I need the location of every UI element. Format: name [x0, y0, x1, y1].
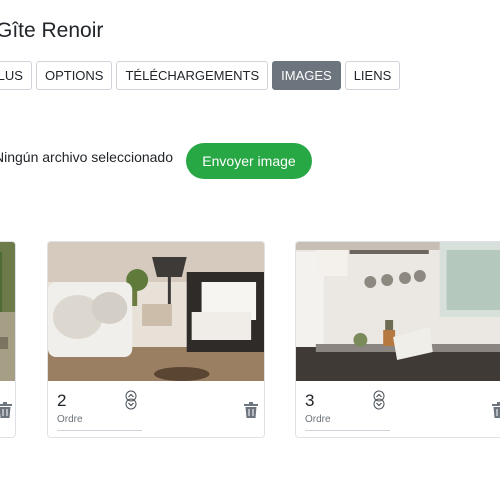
image-card: 2 Ordre — [47, 241, 265, 438]
order-label: Ordre — [305, 414, 331, 425]
tab-options[interactable]: OPTIONS — [35, 61, 113, 90]
tab-plus[interactable]: PLUS — [0, 61, 32, 90]
page: Gîte Renoir PLUS OPTIONS TÉLÉCHARGEMENTS… — [0, 0, 500, 501]
order-value[interactable]: 3 — [305, 391, 314, 411]
tab-bar: PLUS OPTIONS TÉLÉCHARGEMENTS IMAGES LIEN… — [0, 61, 404, 90]
order-stepper[interactable] — [125, 390, 137, 410]
image-card: 3 Ordre — [295, 241, 500, 438]
image-thumbnail[interactable] — [0, 242, 15, 381]
trash-icon[interactable] — [492, 402, 500, 418]
order-underline — [57, 430, 142, 431]
trash-icon[interactable] — [0, 402, 12, 418]
order-value[interactable]: 2 — [57, 391, 66, 411]
file-input-status[interactable]: Ningún archivo seleccionado — [0, 149, 173, 165]
order-label: Ordre — [57, 414, 83, 425]
trash-icon[interactable] — [244, 402, 258, 418]
upload-image-button[interactable]: Envoyer image — [186, 143, 312, 179]
order-underline — [305, 430, 390, 431]
image-thumbnail[interactable] — [296, 242, 500, 381]
tab-images[interactable]: IMAGES — [272, 61, 341, 90]
image-card: 1 — [0, 241, 16, 438]
page-title: Gîte Renoir — [0, 19, 104, 42]
tab-liens[interactable]: LIENS — [344, 61, 401, 90]
image-thumbnail[interactable] — [48, 242, 264, 381]
tab-telechargements[interactable]: TÉLÉCHARGEMENTS — [116, 61, 269, 90]
order-stepper[interactable] — [373, 390, 385, 410]
